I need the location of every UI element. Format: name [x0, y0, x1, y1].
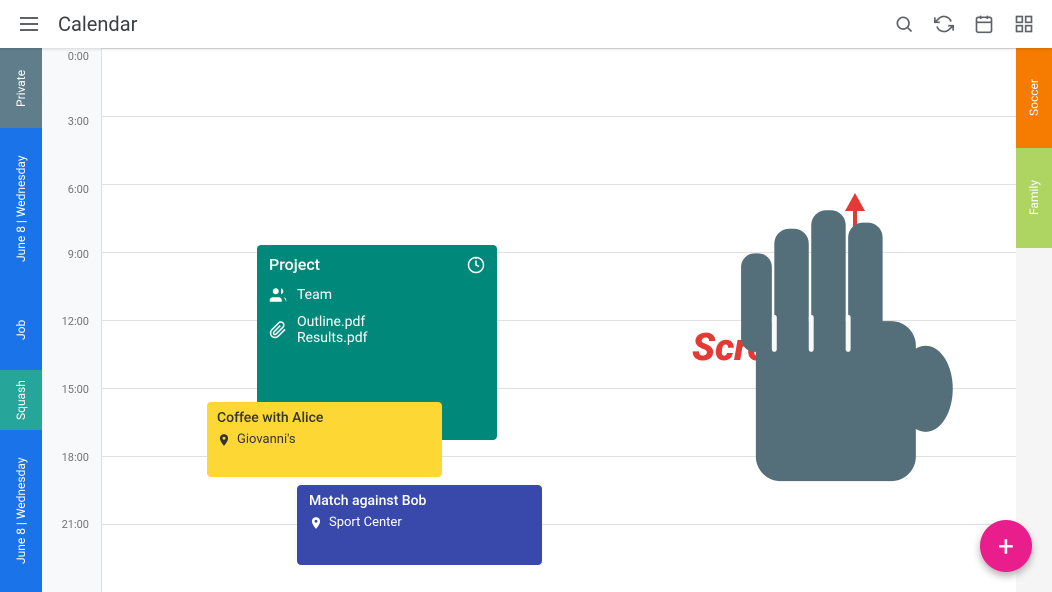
topbar: Calendar: [0, 0, 1052, 48]
hamburger-menu[interactable]: [16, 13, 42, 35]
hour-line-4: [102, 320, 1016, 321]
calendar-icon[interactable]: [972, 12, 996, 36]
left-labels: Private June 8 | Wednesday Job Squash Ju…: [0, 48, 42, 592]
label-job: Job: [0, 290, 42, 370]
topbar-icons: [892, 12, 1036, 36]
time-column: 0:00 3:00 6:00 9:00 12:00 15:00 18:00 21…: [42, 48, 102, 592]
right-sidebar: Soccer Family: [1016, 48, 1052, 592]
grid-icon[interactable]: [1012, 12, 1036, 36]
time-3: 3:00: [42, 115, 97, 128]
hour-line-2: [102, 184, 1016, 185]
hand-svg: [712, 198, 972, 518]
time-18: 18:00: [42, 451, 97, 464]
team-icon: [269, 286, 287, 304]
event-project-title: Project: [269, 255, 485, 274]
event-coffee-title: Coffee with Alice: [217, 410, 432, 426]
event-match[interactable]: Match against Bob Sport Center: [297, 485, 542, 565]
scroll-label: Scroll: [692, 326, 789, 370]
label-soccer: Soccer: [1016, 48, 1052, 148]
event-match-location: Sport Center: [309, 515, 530, 530]
label-june-top: June 8 | Wednesday: [0, 128, 42, 290]
label-squash: Squash: [0, 370, 42, 430]
hour-line-5: [102, 388, 1016, 389]
time-15: 15:00: [42, 383, 97, 396]
time-0: 0:00: [42, 50, 97, 63]
app-title: Calendar: [58, 12, 876, 36]
main-content: Private June 8 | Wednesday Job Squash Ju…: [0, 48, 1052, 592]
arrow-down-icon: [840, 388, 870, 458]
scroll-gesture: Scroll: [582, 108, 1016, 588]
time-6: 6:00: [42, 183, 97, 196]
hand-container: Scroll: [692, 178, 972, 518]
hour-line-1: [102, 116, 1016, 117]
event-coffee-location: Giovanni's: [217, 432, 432, 447]
hour-line-0: [102, 48, 1016, 49]
location-icon: [217, 433, 231, 447]
fab-add-button[interactable]: +: [980, 520, 1032, 572]
time-21: 21:00: [42, 518, 97, 531]
event-coffee[interactable]: Coffee with Alice Giovanni's: [207, 402, 442, 477]
time-12: 12:00: [42, 315, 97, 328]
time-9: 9:00: [42, 248, 97, 261]
label-private: Private: [0, 48, 42, 128]
label-family: Family: [1016, 148, 1052, 248]
label-june-bottom: June 8 | Wednesday: [0, 430, 42, 592]
search-icon[interactable]: [892, 12, 916, 36]
attachment-icon: [269, 321, 287, 339]
location-icon-match: [309, 516, 323, 530]
finger-dot: [854, 308, 872, 326]
event-project-files: Outline.pdf Results.pdf: [269, 314, 485, 346]
event-match-title: Match against Bob: [309, 493, 530, 509]
hour-line-3: [102, 252, 1016, 253]
sync-icon[interactable]: [932, 12, 956, 36]
hour-line-7: [102, 524, 1016, 525]
event-project-team: Team: [269, 286, 485, 304]
calendar-area: Project Team Outline.pdf Results.pdf Cof…: [102, 48, 1016, 592]
